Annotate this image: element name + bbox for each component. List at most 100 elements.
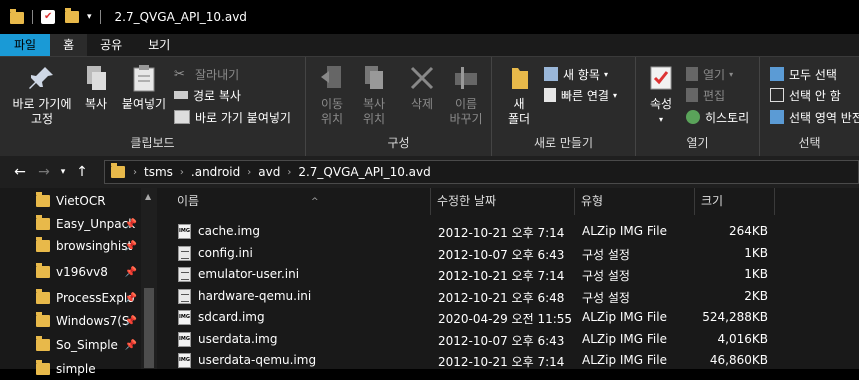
- sidebar-item[interactable]: Windows7(S 📌: [0, 310, 141, 332]
- move-to-button[interactable]: 이동 위치: [314, 63, 350, 127]
- recent-locations-icon[interactable]: ▾: [56, 167, 70, 177]
- new-group-label: 새로 만들기: [533, 136, 593, 150]
- scrollbar-thumb[interactable]: [144, 288, 154, 368]
- sidebar-item[interactable]: v196vv8 📌: [0, 261, 141, 283]
- new-item-icon: [544, 67, 558, 81]
- folder-icon: [36, 263, 50, 278]
- tab-home[interactable]: 홈: [50, 34, 88, 56]
- img-file-icon: [178, 224, 191, 239]
- select-none-button[interactable]: 선택 안 함: [770, 86, 841, 104]
- folder-icon: [111, 163, 125, 178]
- paste-shortcut-button[interactable]: 바로 가기 붙여넣기: [174, 108, 291, 126]
- sidebar-item[interactable]: VietOCR: [0, 190, 141, 212]
- paste-button[interactable]: 붙여넣기: [118, 63, 170, 112]
- chevron-right-icon[interactable]: ›: [180, 167, 184, 178]
- open-group: 속성 ▾ 열기 ▾ 편집 히스토리 열기: [636, 57, 760, 157]
- file-type: ALZip IMG File: [582, 310, 667, 324]
- ini-file-icon: [178, 245, 191, 261]
- file-size: 524,288KB: [702, 310, 768, 324]
- easy-access-label: 빠른 연결: [561, 88, 609, 103]
- table-row[interactable]: userdata-qemu.img 2012-10-21 오후 7:14 ALZip…: [157, 350, 859, 371]
- file-type: ALZip IMG File: [582, 331, 667, 346]
- sidebar-item[interactable]: ProcessExplo 📌: [0, 287, 141, 309]
- sidebar-item-label: Windows7(S: [56, 314, 130, 328]
- column-header-type[interactable]: 유형: [575, 188, 695, 215]
- file-size: 46,860KB: [709, 353, 768, 367]
- breadcrumb-tsms[interactable]: tsms: [144, 165, 173, 179]
- table-row[interactable]: sdcard.img 2020-04-29 오전 11:55 ALZip IMG F…: [157, 307, 859, 328]
- column-header-size[interactable]: 크기: [695, 188, 775, 215]
- copy-button[interactable]: 복사: [78, 63, 114, 112]
- tab-share[interactable]: 공유: [87, 34, 135, 56]
- file-name: cache.img: [198, 224, 260, 238]
- chevron-right-icon[interactable]: ›: [247, 167, 251, 178]
- easy-access-button[interactable]: 빠른 연결 ▾: [544, 86, 617, 104]
- forward-icon[interactable]: →: [34, 164, 54, 180]
- invert-selection-button[interactable]: 선택 영역 반전: [770, 108, 859, 126]
- pin-icon: 📌: [124, 240, 137, 252]
- column-header-date[interactable]: 수정한 날짜: [431, 188, 575, 215]
- rename-button[interactable]: 이름 바꾸기: [446, 63, 486, 127]
- scroll-up-icon[interactable]: ▲: [145, 192, 151, 201]
- clipboard-group: 바로 가기에 고정 복사 붙여넣기 ✂ 잘라내기 경로 복사 바로 가기 붙여넣기…: [0, 57, 306, 157]
- chevron-right-icon[interactable]: ›: [287, 167, 291, 178]
- delete-button[interactable]: 삭제: [404, 63, 440, 112]
- column-header-name[interactable]: 이름 ^: [171, 188, 431, 215]
- sidebar-item[interactable]: So_Simple 📌: [0, 334, 141, 356]
- rename-label-2: 바꾸기: [449, 112, 483, 126]
- new-folder-button[interactable]: 새 폴더: [502, 63, 536, 127]
- table-row[interactable]: config.ini 2012-10-07 오후 6:43 구성 설정 1KB: [157, 243, 859, 264]
- copy-path-button[interactable]: 경로 복사: [174, 86, 241, 104]
- sidebar-item[interactable]: simple: [0, 358, 141, 380]
- back-icon[interactable]: ←: [10, 164, 30, 180]
- folder-icon: [36, 289, 50, 304]
- tab-file[interactable]: 파일: [0, 34, 51, 56]
- history-button[interactable]: 히스토리: [686, 108, 749, 126]
- quick-access-dropdown-icon[interactable]: ▾: [87, 12, 92, 22]
- paste-icon: [133, 65, 155, 92]
- file-size: 264KB: [728, 224, 768, 238]
- pin-to-quick-access-button[interactable]: 바로 가기에 고정: [4, 63, 80, 127]
- navigation-pane: VietOCR Easy_Unpack 📌 browsinghist 📌 v196v…: [0, 188, 157, 376]
- history-icon: [686, 110, 700, 124]
- table-row[interactable]: cache.img 2012-10-21 오후 7:14 ALZip IMG Fil…: [157, 221, 859, 242]
- properties-button[interactable]: 속성 ▾: [644, 63, 678, 127]
- file-list: 이름 ^ 수정한 날짜 유형 크기 cache.img 2012-10-21 오후 …: [157, 188, 859, 369]
- table-row[interactable]: hardware-qemu.ini 2012-10-21 오후 6:48 구성 설정…: [157, 286, 859, 307]
- breadcrumb-current[interactable]: 2.7_QVGA_API_10.avd: [298, 165, 430, 179]
- breadcrumb-android[interactable]: .android: [191, 165, 240, 179]
- open-group-label: 열기: [686, 136, 709, 150]
- sidebar-item[interactable]: browsinghist 📌: [0, 235, 141, 257]
- ribbon: 바로 가기에 고정 복사 붙여넣기 ✂ 잘라내기 경로 복사 바로 가기 붙여넣기…: [0, 56, 859, 157]
- chevron-right-icon[interactable]: ›: [133, 167, 137, 178]
- new-item-button[interactable]: 새 항목 ▾: [544, 65, 608, 83]
- folder-icon: [10, 9, 24, 24]
- cut-button[interactable]: ✂ 잘라내기: [174, 65, 239, 83]
- file-size: 2KB: [744, 288, 768, 303]
- file-size: 1KB: [744, 245, 768, 260]
- file-name: emulator-user.ini: [198, 267, 300, 281]
- file-name: config.ini: [198, 245, 253, 260]
- new-folder-quick-icon[interactable]: [65, 8, 79, 23]
- up-icon[interactable]: ↑: [72, 164, 92, 180]
- copy-to-button[interactable]: 복사 위치: [356, 63, 392, 127]
- edit-button[interactable]: 편집: [686, 86, 725, 104]
- select-all-icon: [770, 67, 784, 81]
- rename-icon: [455, 67, 477, 89]
- copy-icon: [87, 66, 106, 90]
- file-name: hardware-qemu.ini: [198, 288, 312, 303]
- tab-view[interactable]: 보기: [135, 34, 183, 56]
- select-all-button[interactable]: 모두 선택: [770, 65, 837, 83]
- sidebar-scrollbar[interactable]: ▲: [141, 188, 157, 369]
- img-file-icon: [178, 310, 191, 325]
- copy-to-label-2: 위치: [362, 112, 386, 126]
- table-row[interactable]: emulator-user.ini 2012-10-21 오후 7:14 구성 설정…: [157, 264, 859, 285]
- open-button[interactable]: 열기 ▾: [686, 65, 733, 83]
- table-row[interactable]: userdata.img 2012-10-07 오후 6:43 ALZip IMG …: [157, 329, 859, 350]
- address-bar[interactable]: › tsms › .android › avd › 2.7_QVGA_API_1…: [104, 160, 859, 184]
- organize-group: 이동 위치 복사 위치 삭제 이름 바꾸기 구성: [306, 57, 492, 157]
- copy-to-icon: [365, 66, 383, 89]
- breadcrumb-avd[interactable]: avd: [258, 165, 280, 179]
- sidebar-item[interactable]: Easy_Unpack 📌: [0, 213, 141, 235]
- properties-quick-icon[interactable]: ✔: [41, 10, 55, 24]
